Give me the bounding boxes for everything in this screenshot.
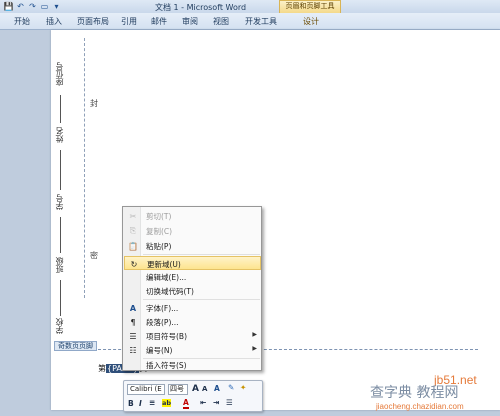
menu-separator — [143, 299, 260, 300]
menu-item-label: 剪切(T) — [146, 212, 172, 221]
menu-item-label: 项目符号(B) — [146, 332, 187, 341]
tab-view[interactable]: 视图 — [213, 16, 229, 27]
tab-review[interactable]: 审阅 — [182, 16, 198, 27]
menu-item-numbering[interactable]: ☷ 编号(N) ▶ — [124, 343, 261, 357]
styles-icon[interactable]: A — [214, 384, 220, 393]
paragraph-icon: ¶ — [130, 317, 136, 327]
document-page[interactable] — [51, 30, 500, 410]
tab-page-layout[interactable]: 页面布局 — [77, 16, 109, 27]
bullets-icon[interactable]: ☰ — [226, 398, 233, 407]
undo-icon[interactable]: ↶ — [15, 1, 26, 12]
menu-item-toggle-field-codes[interactable]: 切换域代码(T) — [124, 284, 261, 298]
tab-mailings[interactable]: 邮件 — [151, 16, 167, 27]
scissors-icon: ✂ — [129, 211, 137, 221]
title-bar: 💾 ↶ ↷ ▭ ▾ 文档 1 - Microsoft Word 页眉和页脚工具 — [0, 0, 500, 13]
font-size-box[interactable]: 四号 — [168, 384, 188, 395]
side-label-seat-number: 座位号 — [55, 62, 64, 86]
menu-item-edit-field[interactable]: 编辑域(E)... — [124, 270, 261, 284]
shrink-font-icon[interactable]: A — [202, 385, 207, 393]
watermark-url: jiaocheng.chazidian.com — [376, 402, 464, 411]
secret-char: 密 — [90, 251, 98, 260]
format-painter-icon[interactable]: ✎ — [228, 383, 234, 392]
paste-icon: 📋 — [128, 241, 138, 251]
tab-references[interactable]: 引用 — [121, 16, 137, 27]
save-icon[interactable]: 💾 — [3, 1, 14, 12]
menu-item-label: 更新域(U) — [147, 260, 181, 269]
odd-page-footer-tag: 奇数页页脚 — [54, 341, 97, 351]
menu-item-label: 插入符号(S) — [146, 361, 187, 370]
customize-qat-icon[interactable]: ▾ — [51, 1, 62, 12]
window-title: 文档 1 - Microsoft Word — [155, 3, 247, 12]
tab-developer[interactable]: 开发工具 — [245, 16, 277, 27]
context-menu: ✂ 剪切(T) ⎘ 复制(C) 📋 粘贴(P) ↻ 更新域(U) 编辑域(E).… — [122, 206, 262, 371]
grow-font-icon[interactable]: A — [192, 384, 199, 394]
menu-item-cut[interactable]: ✂ 剪切(T) — [124, 209, 261, 223]
highlight-icon[interactable]: ab — [162, 399, 172, 407]
side-label-student-id: 学号 — [55, 194, 64, 210]
menu-item-label: 切换域代码(T) — [146, 287, 194, 296]
update-field-icon: ↻ — [130, 259, 138, 269]
side-label-name: 姓名 — [55, 127, 64, 143]
submenu-arrow-icon: ▶ — [252, 331, 257, 338]
font-icon: A — [129, 303, 137, 313]
menu-item-label: 编辑域(E)... — [146, 273, 187, 282]
menu-item-label: 复制(C) — [146, 227, 173, 236]
menu-item-label: 粘贴(P) — [146, 242, 172, 251]
watermark-chazidian: 查字典 教程网 — [370, 385, 459, 401]
tab-insert[interactable]: 插入 — [46, 16, 62, 27]
menu-separator — [143, 254, 260, 255]
menu-item-copy[interactable]: ⎘ 复制(C) — [124, 224, 261, 238]
clear-formatting-icon[interactable]: ✦ — [240, 383, 246, 392]
margin-guide — [84, 38, 85, 298]
seal-char: 封 — [90, 99, 98, 108]
increase-indent-icon[interactable]: ⇥ — [213, 398, 219, 407]
menu-item-font[interactable]: A 字体(F)... — [124, 301, 261, 315]
italic-icon[interactable]: I — [139, 399, 142, 408]
menu-item-paragraph[interactable]: ¶ 段落(P)... — [124, 315, 261, 329]
menu-item-label: 字体(F)... — [146, 304, 179, 313]
footer-prefix: 第 — [98, 364, 106, 373]
menu-item-update-field[interactable]: ↻ 更新域(U) — [124, 256, 261, 270]
tab-home[interactable]: 开始 — [14, 16, 30, 27]
fill-line — [60, 217, 61, 253]
font-name-box[interactable]: Calibri (E — [127, 384, 165, 395]
header-footer-tools-title: 页眉和页脚工具 — [279, 0, 341, 13]
copy-icon: ⎘ — [129, 226, 137, 235]
fill-line — [60, 95, 61, 123]
menu-item-paste[interactable]: 📋 粘贴(P) — [124, 239, 261, 253]
redo-icon[interactable]: ↷ — [27, 1, 38, 12]
submenu-arrow-icon: ▶ — [252, 345, 257, 352]
side-label-school: 学校 — [55, 318, 64, 334]
font-color-icon[interactable]: A — [183, 398, 189, 409]
mini-toolbar: Calibri (E 四号 A A A ✎ ✦ B I ≡ ab A ⇤ ⇥ ☰ — [123, 380, 263, 412]
new-document-icon[interactable]: ▭ — [39, 1, 50, 12]
center-align-icon[interactable]: ≡ — [149, 398, 155, 407]
fill-line — [60, 280, 61, 316]
menu-item-label: 段落(P)... — [146, 318, 179, 327]
side-label-class: 班级 — [55, 257, 64, 273]
numbering-icon: ☷ — [129, 345, 137, 355]
decrease-indent-icon[interactable]: ⇤ — [200, 398, 206, 407]
menu-item-label: 编号(N) — [146, 346, 173, 355]
tab-design[interactable]: 设计 — [303, 16, 319, 27]
quick-access-toolbar: 💾 ↶ ↷ ▭ ▾ — [3, 1, 62, 12]
menu-item-bullets[interactable]: ☰ 项目符号(B) ▶ — [124, 329, 261, 343]
menu-item-insert-symbol[interactable]: 插入符号(S) — [124, 358, 261, 372]
bullets-icon: ☰ — [129, 331, 137, 341]
bold-icon[interactable]: B — [128, 399, 134, 408]
ribbon-tabs: 开始 插入 页面布局 引用 邮件 审阅 视图 开发工具 设计 — [0, 13, 500, 30]
fill-line — [60, 150, 61, 190]
